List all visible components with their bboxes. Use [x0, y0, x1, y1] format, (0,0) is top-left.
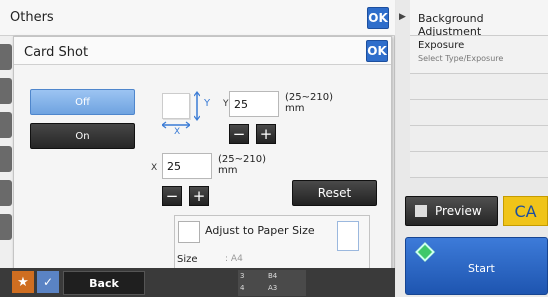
- adjust-to-paper-size-checkbox[interactable]: [178, 221, 200, 243]
- paper-size-icon: [337, 221, 359, 251]
- tray-label: B4: [268, 272, 278, 280]
- edge-tab: [0, 214, 12, 240]
- others-title: Others: [10, 10, 54, 25]
- preview-button[interactable]: Preview: [405, 196, 498, 226]
- empty-menu-item: [410, 126, 548, 152]
- ca-button[interactable]: CA: [503, 196, 548, 226]
- edge-tab: [0, 180, 12, 206]
- exposure-title: Exposure: [418, 40, 465, 51]
- size-value: : A4: [225, 254, 243, 264]
- background-adjustment-item[interactable]: Background Adjustment: [410, 0, 548, 38]
- tray-number: 3: [240, 272, 245, 280]
- tray-label: A3: [268, 284, 278, 292]
- empty-menu-item: [410, 100, 548, 126]
- start-button[interactable]: Start: [405, 237, 548, 295]
- star-icon[interactable]: ★: [12, 271, 34, 293]
- preview-label: Preview: [435, 204, 482, 218]
- on-button[interactable]: On: [30, 123, 135, 149]
- card-shot-ok-button[interactable]: OK: [366, 40, 388, 62]
- start-label: Start: [468, 262, 495, 275]
- paper-tray-indicator: 3 B4 4 A3: [238, 270, 306, 296]
- y-plus-button[interactable]: +: [256, 124, 276, 144]
- x-range: (25~210): [218, 154, 266, 165]
- reset-button[interactable]: Reset: [292, 180, 377, 206]
- background-adjustment-label: Background Adjustment: [418, 12, 484, 38]
- edge-tab: [0, 112, 12, 138]
- others-ok-button[interactable]: OK: [367, 7, 389, 29]
- y-unit: mm: [285, 103, 305, 114]
- edge-tab: [0, 78, 12, 104]
- y-range-text: (25~210) mm: [285, 92, 333, 114]
- tray-number: 4: [240, 284, 245, 292]
- adjust-to-paper-size-group: Adjust to Paper Size Size : A4: [174, 215, 370, 269]
- screen: Others OK Card Shot OK Off On Y Y X X 25…: [0, 0, 548, 297]
- x-value-input[interactable]: 25: [162, 153, 212, 179]
- card-shot-title-bar: Card Shot: [14, 37, 391, 65]
- empty-menu-item: [410, 74, 548, 100]
- size-value-text: A4: [230, 254, 243, 264]
- exposure-subtitle: Select Type/Exposure: [418, 54, 504, 63]
- others-title-bar: Others: [0, 0, 395, 36]
- y-value-input[interactable]: 25: [229, 91, 279, 117]
- x-unit: mm: [218, 165, 238, 176]
- size-label: Size: [177, 254, 198, 265]
- card-illustration-icon: [162, 93, 190, 119]
- x-input-label: X: [151, 163, 158, 173]
- x-minus-button[interactable]: −: [162, 186, 182, 206]
- check-icon[interactable]: ✓: [37, 271, 59, 293]
- preview-icon: [415, 205, 427, 217]
- exposure-item[interactable]: Exposure Select Type/Exposure: [410, 36, 548, 74]
- x-range-text: (25~210) mm: [218, 154, 266, 176]
- y-minus-button[interactable]: −: [229, 124, 249, 144]
- back-button[interactable]: Back: [63, 271, 145, 295]
- empty-menu-item: [410, 152, 548, 178]
- expand-arrow-icon[interactable]: ▶: [399, 12, 409, 24]
- x-axis-label: X: [174, 127, 181, 137]
- card-shot-panel: Card Shot OK Off On Y Y X X 25 (25~210) …: [13, 36, 392, 273]
- start-icon: [415, 242, 435, 262]
- bottom-bar: [0, 268, 395, 297]
- card-shot-title: Card Shot: [24, 45, 89, 60]
- edge-tab: [0, 146, 12, 172]
- edge-tab: [0, 44, 12, 70]
- y-input-label: Y: [223, 99, 229, 109]
- adjust-to-paper-size-label: Adjust to Paper Size: [205, 224, 315, 237]
- off-button[interactable]: Off: [30, 89, 135, 115]
- y-range: (25~210): [285, 92, 333, 103]
- y-dimension-icon: [194, 91, 200, 121]
- x-plus-button[interactable]: +: [189, 186, 209, 206]
- y-axis-label: Y: [204, 98, 211, 109]
